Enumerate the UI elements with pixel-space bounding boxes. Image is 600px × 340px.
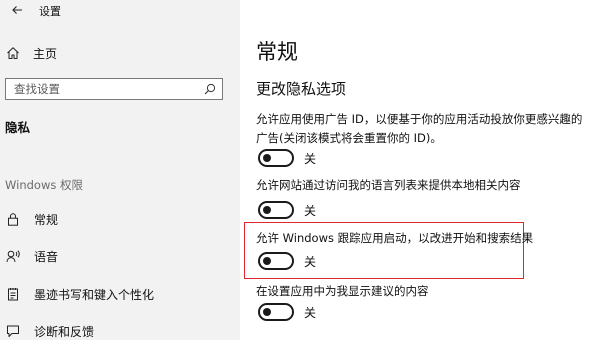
- notepad-icon: [8, 288, 18, 301]
- section-title: 更改隐私选项: [256, 80, 347, 98]
- toggle-knob: [263, 257, 271, 265]
- setting-language-list-description: 允许网站通过访问我的语言列表来提供本地相关内容: [256, 178, 521, 192]
- search-icon[interactable]: [204, 83, 216, 95]
- search-box[interactable]: [5, 78, 223, 100]
- lock-icon: [8, 213, 18, 226]
- toggle-state-label: 关: [304, 254, 317, 269]
- toggle-knob: [263, 206, 271, 214]
- setting-language-list-row: 关: [258, 201, 316, 219]
- speech-icon: [6, 250, 20, 263]
- setting-app-launch-tracking-row: 关: [258, 252, 316, 270]
- sidebar-item-label: 墨迹书写和键入个性化: [34, 287, 155, 302]
- feedback-icon: [7, 325, 19, 337]
- setting-suggested-content-description: 在设置应用中为我显示建议的内容: [256, 284, 429, 298]
- search-input[interactable]: [6, 80, 204, 98]
- setting-suggested-content-row: 关: [258, 303, 316, 321]
- toggle-knob: [263, 308, 271, 316]
- app-launch-tracking-toggle[interactable]: [258, 252, 294, 270]
- setting-advertising-id-description: 允许应用使用广告 ID，以便基于你的应用活动投放你更感兴趣的广告(关闭该模式将会…: [256, 112, 583, 145]
- sidebar-section-heading: Windows 权限: [5, 178, 83, 192]
- toggle-knob: [263, 154, 271, 162]
- nav-home[interactable]: 主页: [0, 42, 240, 64]
- setting-app-launch-tracking-description: 允许 Windows 跟踪应用启动，以改进开始和搜索结果: [256, 231, 534, 245]
- sidebar-item-label: 常规: [34, 212, 59, 227]
- toggle-state-label: 关: [304, 151, 317, 166]
- sidebar: 设置 主页 隐私 Windows 权限 常规: [0, 0, 240, 340]
- sidebar-item-label: 语音: [34, 249, 59, 264]
- back-button[interactable]: [2, 0, 32, 20]
- toggle-state-label: 关: [304, 305, 317, 320]
- sidebar-item-speech[interactable]: 语音: [0, 245, 240, 267]
- sidebar-item-general[interactable]: 常规: [0, 208, 240, 230]
- main-content: 常规 更改隐私选项 允许应用使用广告 ID，以便基于你的应用活动投放你更感兴趣的…: [240, 0, 600, 340]
- nav-home-label: 主页: [33, 46, 58, 61]
- toggle-state-label: 关: [304, 203, 317, 218]
- page-title: 常规: [256, 40, 298, 64]
- settings-window: 设置 主页 隐私 Windows 权限 常规: [0, 0, 600, 340]
- sidebar-item-diagnostics-feedback[interactable]: 诊断和反馈: [0, 320, 240, 340]
- sidebar-item-inking-typing[interactable]: 墨迹书写和键入个性化: [0, 283, 240, 305]
- sidebar-current-category: 隐私: [5, 120, 31, 135]
- app-title: 设置: [39, 5, 61, 18]
- language-list-toggle[interactable]: [258, 201, 294, 219]
- home-icon: [7, 47, 19, 59]
- setting-advertising-id-row: 关: [258, 149, 316, 167]
- back-arrow-icon: [12, 6, 22, 14]
- sidebar-item-label: 诊断和反馈: [34, 324, 95, 339]
- suggested-content-toggle[interactable]: [258, 303, 294, 321]
- advertising-id-toggle[interactable]: [258, 149, 294, 167]
